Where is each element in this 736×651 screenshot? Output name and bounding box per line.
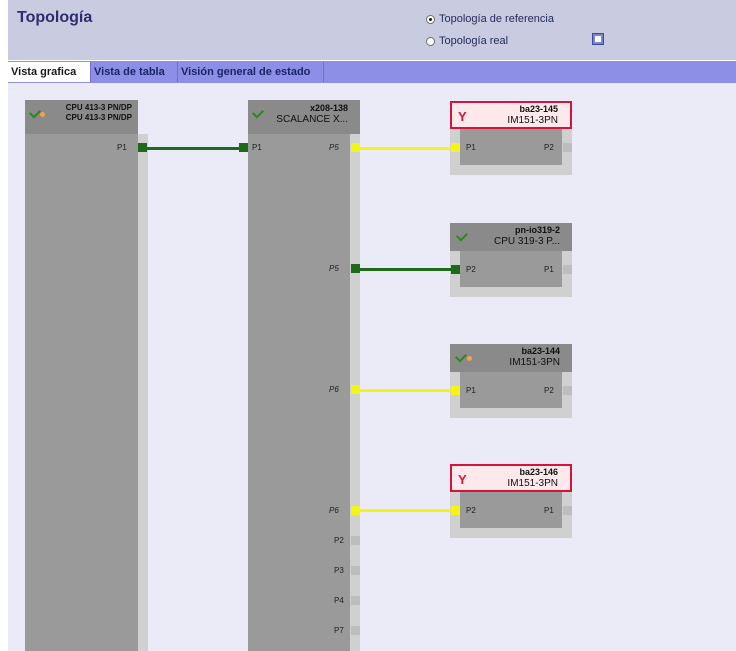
device-cpu413[interactable]: CPU 413-3 PN/DP CPU 413-3 PN/DP P1 (25, 100, 148, 651)
port-label: P1 (252, 143, 262, 152)
port-label: P6 (329, 506, 339, 515)
port-label: P2 (544, 386, 554, 395)
device-header[interactable]: Y ba23-146 IM151-3PN (450, 464, 572, 492)
port-p2[interactable] (563, 386, 572, 395)
port-label: P5 (329, 264, 339, 273)
port-label: P6 (329, 385, 339, 394)
port-label: P1 (117, 143, 127, 152)
device-name: CPU 413-3 PN/DP (65, 103, 132, 112)
radio-selected-icon[interactable] (426, 14, 435, 24)
device-name: x208-138 (309, 103, 348, 113)
device-header[interactable]: x208-138 SCALANCE X... (248, 100, 360, 134)
topology-canvas: CPU 413-3 PN/DP CPU 413-3 PN/DP P1 x208-… (8, 83, 736, 651)
port-p2[interactable] (451, 265, 460, 274)
port-label: P1 (466, 386, 476, 395)
port-p5[interactable] (351, 264, 360, 273)
port-label: P4 (334, 596, 344, 605)
device-ba23-145[interactable]: Y ba23-145 IM151-3PN P1 P2 (450, 101, 572, 175)
port-label: P2 (544, 143, 554, 152)
link-x208-ba145[interactable] (360, 147, 452, 150)
port-p2[interactable] (563, 143, 572, 152)
device-type: IM151-3PN (507, 115, 558, 126)
device-name: ba23-145 (519, 104, 558, 114)
device-x208-138[interactable]: x208-138 SCALANCE X... P1 P5 P5 P6 P6 P2… (238, 100, 360, 651)
port-p7[interactable] (351, 626, 360, 635)
device-header[interactable]: CPU 413-3 PN/DP CPU 413-3 PN/DP (25, 100, 138, 134)
view-tabs: Vista grafica Vista de tabla Visión gene… (8, 61, 736, 83)
port-label: P5 (329, 143, 339, 152)
device-header[interactable]: Y ba23-145 IM151-3PN (450, 101, 572, 129)
port-label: P2 (334, 536, 344, 545)
port-p1[interactable] (451, 143, 460, 152)
port-p5[interactable] (351, 143, 360, 152)
device-type: IM151-3PN (507, 478, 558, 489)
tab-vista-tabla[interactable]: Vista de tabla (91, 62, 178, 82)
network-settings-icon[interactable] (592, 33, 604, 45)
port-p6[interactable] (351, 385, 360, 394)
device-type: IM151-3PN (509, 357, 560, 368)
status-warning-icon (467, 356, 472, 361)
port-p3[interactable] (351, 566, 360, 575)
port-p1[interactable] (138, 143, 147, 152)
port-label: P1 (544, 506, 554, 515)
radio-reference-label: Topología de referencia (439, 13, 554, 25)
device-name: pn-io319-2 (514, 225, 560, 235)
device-ba23-146[interactable]: Y ba23-146 IM151-3PN P2 P1 (450, 464, 572, 538)
page-title: Topología (17, 9, 93, 26)
radio-real-label: Topología real (439, 35, 509, 47)
port-p2[interactable] (351, 536, 360, 545)
device-header[interactable]: pn-io319-2 CPU 319-3 P... (450, 223, 572, 251)
radio-unselected-icon[interactable] (426, 36, 435, 46)
port-p1[interactable] (451, 386, 460, 395)
device-type: SCALANCE X... (276, 114, 348, 125)
port-p2[interactable] (451, 506, 460, 515)
port-label: P2 (466, 265, 476, 274)
port-p1[interactable] (563, 265, 572, 274)
port-label: P1 (466, 143, 476, 152)
device-type: CPU 413-3 PN/DP (65, 113, 132, 122)
link-cpu-x208[interactable] (147, 147, 239, 150)
topology-header: Topología Topología de referencia Topolo… (8, 0, 736, 60)
error-fork-icon: Y (458, 109, 467, 124)
status-ok-icon (251, 106, 265, 119)
status-ok-icon (455, 229, 469, 242)
device-name: ba23-146 (519, 467, 558, 477)
port-p1[interactable] (239, 143, 248, 152)
error-fork-icon: Y (458, 472, 467, 487)
device-pn-io319-2[interactable]: pn-io319-2 CPU 319-3 P... P2 P1 (450, 223, 572, 297)
status-warning-icon (40, 112, 45, 117)
radio-reference-topology[interactable]: Topología de referencia (426, 13, 554, 25)
status-ok-icon (28, 106, 42, 119)
port-p1[interactable] (563, 506, 572, 515)
port-label: P2 (466, 506, 476, 515)
link-x208-ba146[interactable] (360, 509, 452, 512)
device-ba23-144[interactable]: ba23-144 IM151-3PN P1 P2 (450, 344, 572, 418)
port-label: P7 (334, 626, 344, 635)
link-x208-pnio[interactable] (360, 268, 452, 271)
port-p4[interactable] (351, 596, 360, 605)
port-label: P1 (544, 265, 554, 274)
status-ok-icon (454, 350, 468, 363)
tab-vision-general-estado[interactable]: Visión general de estado (178, 62, 324, 82)
device-type: CPU 319-3 P... (494, 236, 560, 247)
device-name: ba23-144 (521, 346, 560, 356)
link-x208-ba144[interactable] (360, 389, 452, 392)
port-p6[interactable] (351, 506, 360, 515)
tab-vista-grafica[interactable]: Vista grafica (8, 62, 91, 82)
port-label: P3 (334, 566, 344, 575)
radio-real-topology[interactable]: Topología real (426, 35, 508, 47)
device-header[interactable]: ba23-144 IM151-3PN (450, 344, 572, 372)
